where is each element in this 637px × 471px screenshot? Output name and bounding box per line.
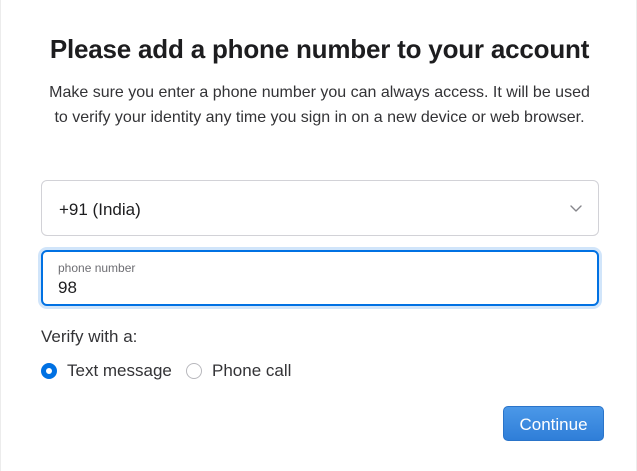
phone-number-field[interactable]: phone number [41,250,599,306]
radio-phone-call[interactable]: Phone call [186,360,291,382]
add-phone-page: Please add a phone number to your accoun… [0,0,637,471]
radio-selected-icon[interactable] [41,363,57,379]
chevron-down-icon [570,205,582,212]
phone-number-label: phone number [58,261,136,275]
radio-phone-call-label: Phone call [212,361,292,380]
verify-with-label: Verify with a: [41,327,138,346]
radio-text-message[interactable]: Text message [41,360,172,382]
radio-unselected-icon[interactable] [186,363,202,379]
country-code-select[interactable]: +91 (India) [41,180,599,236]
page-title: Please add a phone number to your accoun… [49,34,590,64]
radio-text-message-label: Text message [67,361,172,380]
continue-button[interactable]: Continue [503,406,604,441]
page-description: Make sure you enter a phone number you c… [49,84,590,126]
phone-number-input[interactable] [58,277,578,299]
country-code-value: +91 (India) [59,200,141,219]
